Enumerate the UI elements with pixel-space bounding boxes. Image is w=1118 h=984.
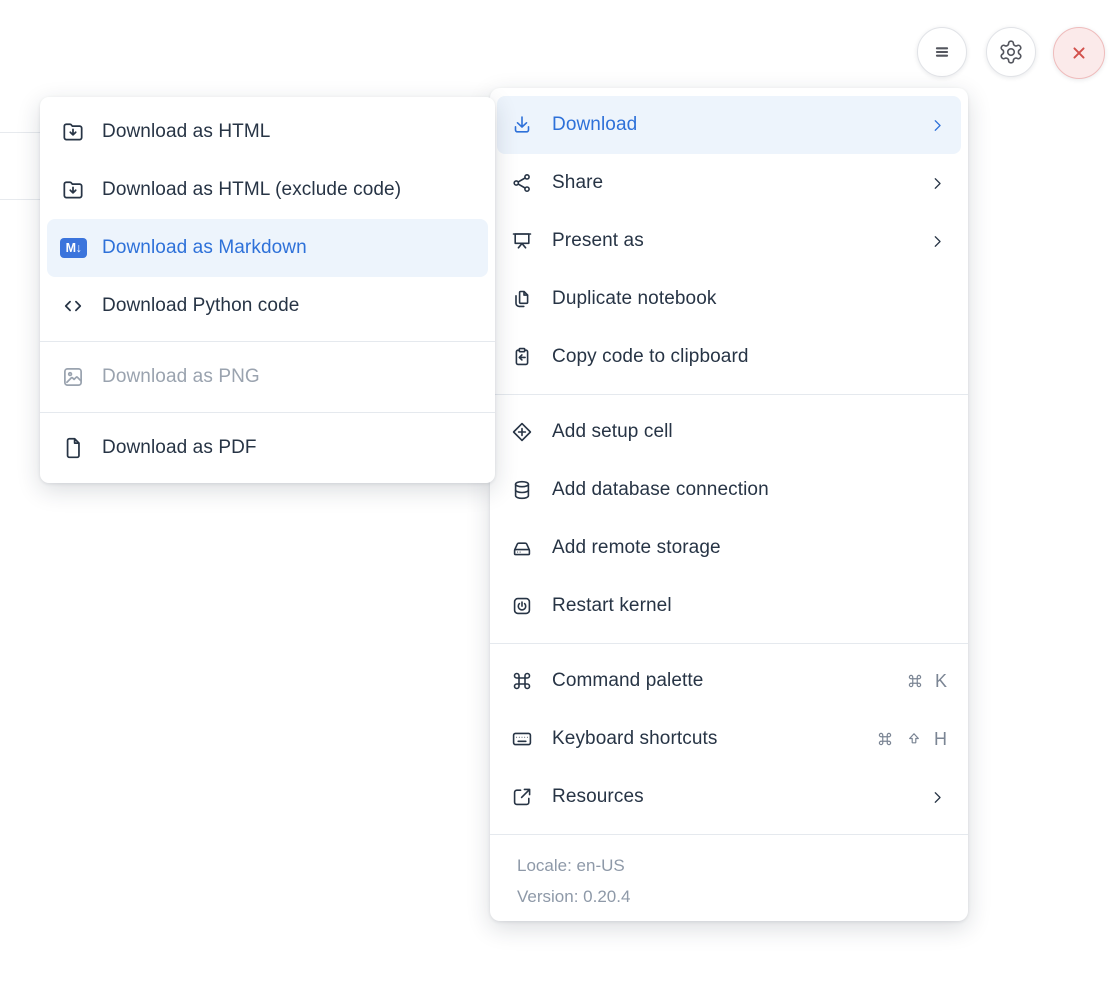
file-icon [60,435,87,461]
page-rule [0,132,41,133]
download-icon [510,113,537,137]
image-icon [60,364,87,390]
menu-divider [40,341,495,342]
cmd-key-icon [876,730,894,748]
chevron-right-icon [928,788,947,807]
menu-item-label: Present as [552,230,913,252]
menu-item-command-palette[interactable]: Command palette K [497,652,961,710]
menu-item-download[interactable]: Download [497,96,961,154]
duplicate-icon [510,287,537,311]
menu-item-add-setup-cell[interactable]: Add setup cell [497,403,961,461]
menu-section: Download as PNG [40,348,495,406]
clipboard-arrow-icon [510,345,537,369]
menu-divider [490,394,968,395]
folder-download-icon [60,177,87,203]
chevron-right-icon [928,174,947,193]
menu-footer: Locale: en-US Version: 0.20.4 [490,843,968,921]
download-submenu: Download as HTML Download as HTML (exclud… [40,97,495,483]
menu-item-download-as-html[interactable]: Download as HTML [47,103,488,161]
menu-item-resources[interactable]: Resources [497,768,961,826]
gear-icon [998,39,1024,65]
present-icon [510,229,537,253]
menu-button[interactable] [917,27,967,77]
power-icon [510,594,537,618]
page-rule [0,199,41,200]
shift-key-icon [905,730,923,748]
folder-download-icon [60,119,87,145]
menu-item-label: Download as PNG [102,366,474,388]
markdown-badge-icon: M↓ [60,238,87,258]
menu-item-share[interactable]: Share [497,154,961,212]
shortcut-keys: H [876,729,947,750]
code-icon [60,293,87,319]
menu-item-label: Download as Markdown [102,237,474,259]
menu-item-label: Add database connection [552,479,947,501]
database-icon [510,478,537,502]
menu-item-download-as-png: Download as PNG [47,348,488,406]
command-icon [510,669,537,693]
menu-item-label: Download as PDF [102,437,474,459]
storage-icon [510,536,537,560]
menu-item-label: Command palette [552,670,891,692]
menu-item-label: Add setup cell [552,421,947,443]
settings-button[interactable] [986,27,1036,77]
menu-divider [490,834,968,835]
menu-item-label: Add remote storage [552,537,947,559]
menu-item-download-as-markdown[interactable]: M↓ Download as Markdown [47,219,488,277]
menu-item-label: Duplicate notebook [552,288,947,310]
menu-item-copy-code-to-clipboard[interactable]: Copy code to clipboard [497,328,961,386]
shortcut-key: K [935,671,947,692]
shortcut-keys: K [906,671,947,692]
menu-item-label: Keyboard shortcuts [552,728,861,750]
menu-divider [40,412,495,413]
menu-section: Add setup cell Add database connection Add… [490,403,968,635]
notebook-menu: Download Share Present as Duplicate noteboo… [490,88,968,921]
version-text: Version: 0.20.4 [517,881,941,912]
menu-item-label: Resources [552,786,913,808]
menu-section: Command palette K Keyboard shortcuts H Resou… [490,652,968,826]
menu-item-label: Download [552,114,913,136]
menu-item-label: Download as HTML (exclude code) [102,179,474,201]
chevron-right-icon [928,116,947,135]
external-link-icon [510,785,537,809]
menu-item-add-remote-storage[interactable]: Add remote storage [497,519,961,577]
share-icon [510,171,537,195]
menu-item-label: Share [552,172,913,194]
menu-item-label: Download as HTML [102,121,474,143]
menu-item-download-python-code[interactable]: Download Python code [47,277,488,335]
menu-item-label: Copy code to clipboard [552,346,947,368]
menu-item-duplicate-notebook[interactable]: Duplicate notebook [497,270,961,328]
cmd-key-icon [906,672,924,690]
menu-item-download-as-html-exclude-code[interactable]: Download as HTML (exclude code) [47,161,488,219]
menu-item-add-database-connection[interactable]: Add database connection [497,461,961,519]
setup-cell-icon [510,420,537,444]
menu-item-restart-kernel[interactable]: Restart kernel [497,577,961,635]
menu-item-present-as[interactable]: Present as [497,212,961,270]
close-icon [1066,40,1092,66]
shortcut-key: H [934,729,947,750]
hamburger-icon [929,39,955,65]
menu-divider [490,643,968,644]
menu-item-label: Restart kernel [552,595,947,617]
menu-section: Download Share Present as Duplicate noteboo… [490,96,968,386]
menu-item-download-as-pdf[interactable]: Download as PDF [47,419,488,477]
keyboard-icon [510,727,537,751]
menu-item-keyboard-shortcuts[interactable]: Keyboard shortcuts H [497,710,961,768]
close-button[interactable] [1053,27,1105,79]
chevron-right-icon [928,232,947,251]
menu-section: Download as PDF [40,419,495,477]
locale-text: Locale: en-US [517,850,941,881]
menu-item-label: Download Python code [102,295,474,317]
menu-section: Download as HTML Download as HTML (exclud… [40,103,495,335]
